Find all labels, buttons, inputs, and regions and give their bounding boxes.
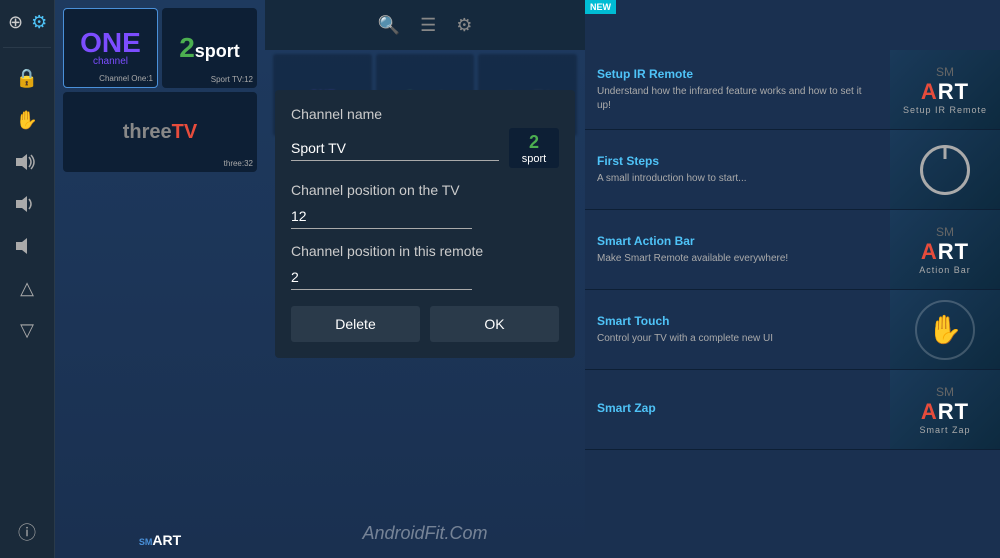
right-item-smart-touch-visual: ✋ bbox=[890, 290, 1000, 369]
channel-name-row: Channel name 2 sport bbox=[291, 106, 559, 168]
plus-icon[interactable]: ⊕ bbox=[4, 8, 27, 37]
channel-grid: ONE channel Channel One:1 2 sport Sport … bbox=[55, 0, 265, 180]
right-item-action-bar-visual: SM ART Action Bar bbox=[890, 210, 1000, 289]
sidebar-divider bbox=[3, 47, 52, 48]
channel-badge: 2 sport bbox=[509, 128, 559, 168]
smart-logo-big1: ART bbox=[903, 79, 987, 105]
right-item-setup-ir-title: Setup IR Remote bbox=[597, 67, 878, 81]
right-item-action-bar-text: Smart Action Bar Make Smart Remote avail… bbox=[585, 210, 890, 289]
channel-edit-dialog: Channel name 2 sport Channel position on… bbox=[275, 90, 575, 358]
right-item-first-steps-visual bbox=[890, 130, 1000, 209]
channel-position-remote-input[interactable] bbox=[291, 265, 472, 290]
smart-logo-sm3: SM bbox=[919, 385, 970, 399]
volume-high-icon[interactable] bbox=[7, 144, 47, 180]
power-circle-icon bbox=[920, 145, 970, 195]
right-items-list: Setup IR Remote Understand how the infra… bbox=[585, 50, 1000, 558]
channel-position-tv-input[interactable] bbox=[291, 204, 472, 229]
right-item-setup-ir-desc: Understand how the infrared feature work… bbox=[597, 85, 878, 113]
search-icon[interactable]: 🔍 bbox=[378, 15, 400, 36]
channel-one-id: Channel One:1 bbox=[99, 74, 153, 83]
right-item-setup-ir[interactable]: Setup IR Remote Understand how the infra… bbox=[585, 50, 1000, 130]
channel-name-input-row: 2 sport bbox=[291, 128, 559, 168]
channel-three-card[interactable]: threeTV three:32 bbox=[63, 92, 257, 172]
sidebar-top-bar: ⊕ ⚙ ⊡ ⏻ bbox=[0, 0, 54, 45]
right-item-smart-zap[interactable]: Smart Zap SM ART Smart Zap bbox=[585, 370, 1000, 450]
right-item-first-steps-text: First Steps A small introduction how to … bbox=[585, 130, 890, 209]
right-item-smart-touch[interactable]: Smart Touch Control your TV with a compl… bbox=[585, 290, 1000, 370]
sidebar: ⊕ ⚙ ⊡ ⏻ 🔒 ✋ △ ▽ ⓘ bbox=[0, 0, 55, 558]
right-item-smart-zap-title: Smart Zap bbox=[597, 401, 878, 415]
channel-one-label: channel bbox=[80, 57, 141, 67]
channel-panel: ONE channel Channel One:1 2 sport Sport … bbox=[55, 0, 265, 558]
channel-one-card[interactable]: ONE channel Channel One:1 bbox=[63, 8, 158, 88]
right-header: NEW bbox=[585, 0, 1000, 50]
channel-three-tv: TV bbox=[172, 121, 198, 143]
channel-position-remote-label: Channel position in this remote bbox=[291, 243, 559, 259]
triangle-down-icon[interactable]: ▽ bbox=[7, 312, 47, 348]
menu-icon[interactable]: ☰ bbox=[420, 15, 436, 36]
lock-icon[interactable]: 🔒 bbox=[7, 60, 47, 96]
channel-three-word: three bbox=[123, 121, 172, 143]
center-top-bar: 🔍 ☰ ⚙ bbox=[265, 0, 585, 50]
right-item-smart-touch-text: Smart Touch Control your TV with a compl… bbox=[585, 290, 890, 369]
channel-position-tv-label: Channel position on the TV bbox=[291, 182, 559, 198]
badge-text: sport bbox=[522, 153, 546, 165]
right-item-setup-ir-text: Setup IR Remote Understand how the infra… bbox=[585, 50, 890, 129]
smart-logo-sub1: Setup IR Remote bbox=[903, 105, 987, 115]
right-item-first-steps-desc: A small introduction how to start... bbox=[597, 172, 878, 186]
channel-name-input[interactable] bbox=[291, 136, 499, 161]
right-item-smart-zap-text: Smart Zap bbox=[585, 370, 890, 449]
hand-circle-icon: ✋ bbox=[915, 300, 975, 360]
right-item-action-bar-title: Smart Action Bar bbox=[597, 234, 878, 248]
smart-logo-setup-ir: SM ART Setup IR Remote bbox=[903, 65, 987, 115]
watermark: AndroidFit.Com bbox=[362, 523, 487, 544]
right-item-first-steps-title: First Steps bbox=[597, 154, 878, 168]
sidebar-nav: 🔒 ✋ △ ▽ bbox=[7, 50, 47, 506]
channel-name-label: Channel name bbox=[291, 106, 559, 122]
smart-label: SMART bbox=[139, 532, 181, 548]
right-item-action-bar[interactable]: Smart Action Bar Make Smart Remote avail… bbox=[585, 210, 1000, 290]
settings2-icon[interactable]: ⚙ bbox=[456, 15, 472, 36]
channel-sport-id: Sport TV:12 bbox=[211, 75, 253, 84]
info-icon[interactable]: ⓘ bbox=[7, 514, 47, 550]
settings-icon[interactable]: ⚙ bbox=[27, 8, 51, 37]
smart-logo-big2: ART bbox=[919, 239, 971, 265]
channel-position-remote-row: Channel position in this remote bbox=[291, 243, 559, 290]
channel-sport-name: sport bbox=[195, 41, 240, 62]
channel-one-number: ONE bbox=[80, 29, 141, 57]
smart-logo-smart-zap: SM ART Smart Zap bbox=[919, 385, 970, 435]
right-panel: NEW Setup IR Remote Understand how the i… bbox=[585, 0, 1000, 558]
volume-low-icon[interactable] bbox=[7, 228, 47, 264]
smart-logo-sm1: SM bbox=[903, 65, 987, 79]
channel-sport-number: 2 bbox=[179, 32, 195, 64]
right-item-first-steps[interactable]: First Steps A small introduction how to … bbox=[585, 130, 1000, 210]
right-item-smart-touch-title: Smart Touch bbox=[597, 314, 878, 328]
channel-position-tv-row: Channel position on the TV bbox=[291, 182, 559, 229]
channel-sport-card[interactable]: 2 sport Sport TV:12 bbox=[162, 8, 257, 88]
badge-number: 2 bbox=[529, 132, 539, 153]
hand-icon[interactable]: ✋ bbox=[7, 102, 47, 138]
channel-three-logo: threeTV bbox=[123, 121, 197, 144]
smart-logo-sub2: Action Bar bbox=[919, 265, 971, 275]
triangle-up-icon[interactable]: △ bbox=[7, 270, 47, 306]
volume-mid-icon[interactable] bbox=[7, 186, 47, 222]
smart-logo-big3: ART bbox=[919, 399, 970, 425]
smart-logo-sm2: SM bbox=[919, 225, 971, 239]
center-panel: 🔍 ☰ ⚙ ONE 2sport threeTV Channel name 2 … bbox=[265, 0, 585, 558]
sidebar-bottom: ⓘ bbox=[7, 506, 47, 558]
ok-button[interactable]: OK bbox=[430, 306, 559, 342]
dialog-buttons: Delete OK bbox=[291, 306, 559, 342]
delete-button[interactable]: Delete bbox=[291, 306, 420, 342]
right-item-action-bar-desc: Make Smart Remote available everywhere! bbox=[597, 252, 878, 266]
smart-logo-sub3: Smart Zap bbox=[919, 425, 970, 435]
right-item-smart-touch-desc: Control your TV with a complete new UI bbox=[597, 332, 878, 346]
channel-one-logo: ONE channel bbox=[80, 29, 141, 67]
right-item-setup-ir-visual: SM ART Setup IR Remote bbox=[890, 50, 1000, 129]
channel-three-id: three:32 bbox=[224, 159, 253, 168]
right-item-smart-zap-visual: SM ART Smart Zap bbox=[890, 370, 1000, 449]
new-badge: NEW bbox=[585, 0, 616, 14]
smart-logo-action-bar: SM ART Action Bar bbox=[919, 225, 971, 275]
